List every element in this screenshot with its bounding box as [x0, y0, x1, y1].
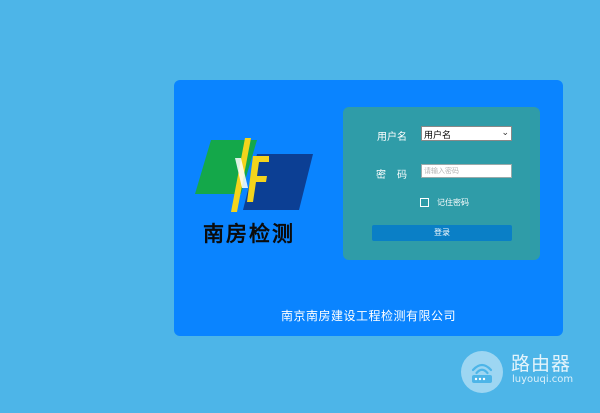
username-select[interactable]: 用户名 ⌄	[421, 126, 512, 141]
watermark-title: 路由器	[511, 353, 572, 375]
router-icon	[461, 351, 503, 393]
username-label: 用户名	[377, 132, 407, 143]
username-select-value: 用户名	[424, 131, 452, 141]
login-panel: 南房检测 用户名 用户名 ⌄ 密码 请输入密码 记住密码 登录 南京南房建设工程…	[174, 80, 563, 336]
password-field[interactable]: 请输入密码	[421, 164, 512, 178]
remember-label: 记住密码	[437, 197, 469, 207]
remember-password[interactable]: 记住密码	[420, 196, 469, 208]
company-name: 南京南房建设工程检测有限公司	[280, 309, 456, 323]
login-form: 用户名 用户名 ⌄ 密码 请输入密码 记住密码 登录	[343, 107, 540, 260]
logo-text: 南房检测	[203, 221, 295, 246]
chevron-down-icon: ⌄	[501, 128, 509, 138]
login-button[interactable]: 登录	[372, 225, 512, 241]
watermark-url: luyouqi.com	[512, 374, 574, 385]
password-label: 密码	[376, 170, 418, 181]
remember-checkbox[interactable]	[420, 197, 429, 207]
nanfang-logo-icon	[193, 136, 315, 216]
watermark: 路由器 luyouqi.com	[461, 351, 586, 393]
login-page: 南房检测 用户名 用户名 ⌄ 密码 请输入密码 记住密码 登录 南京南房建设工程…	[0, 0, 600, 413]
